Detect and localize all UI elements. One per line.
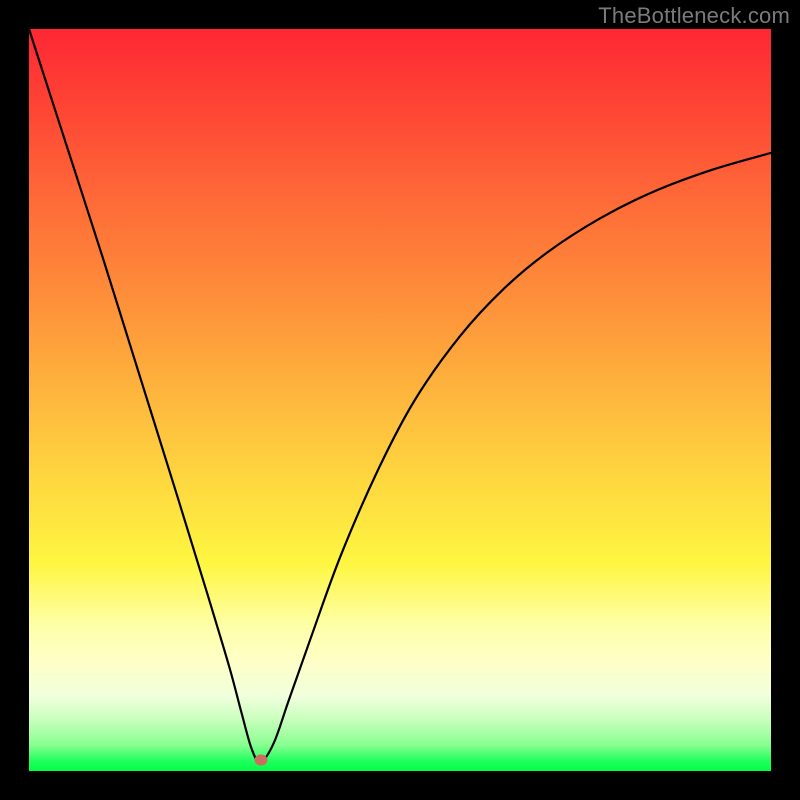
watermark-text: TheBottleneck.com [598, 3, 790, 29]
optimal-point-marker [254, 754, 267, 765]
bottleneck-curve [29, 29, 771, 771]
plot-area [29, 29, 771, 771]
chart-frame: TheBottleneck.com [0, 0, 800, 800]
